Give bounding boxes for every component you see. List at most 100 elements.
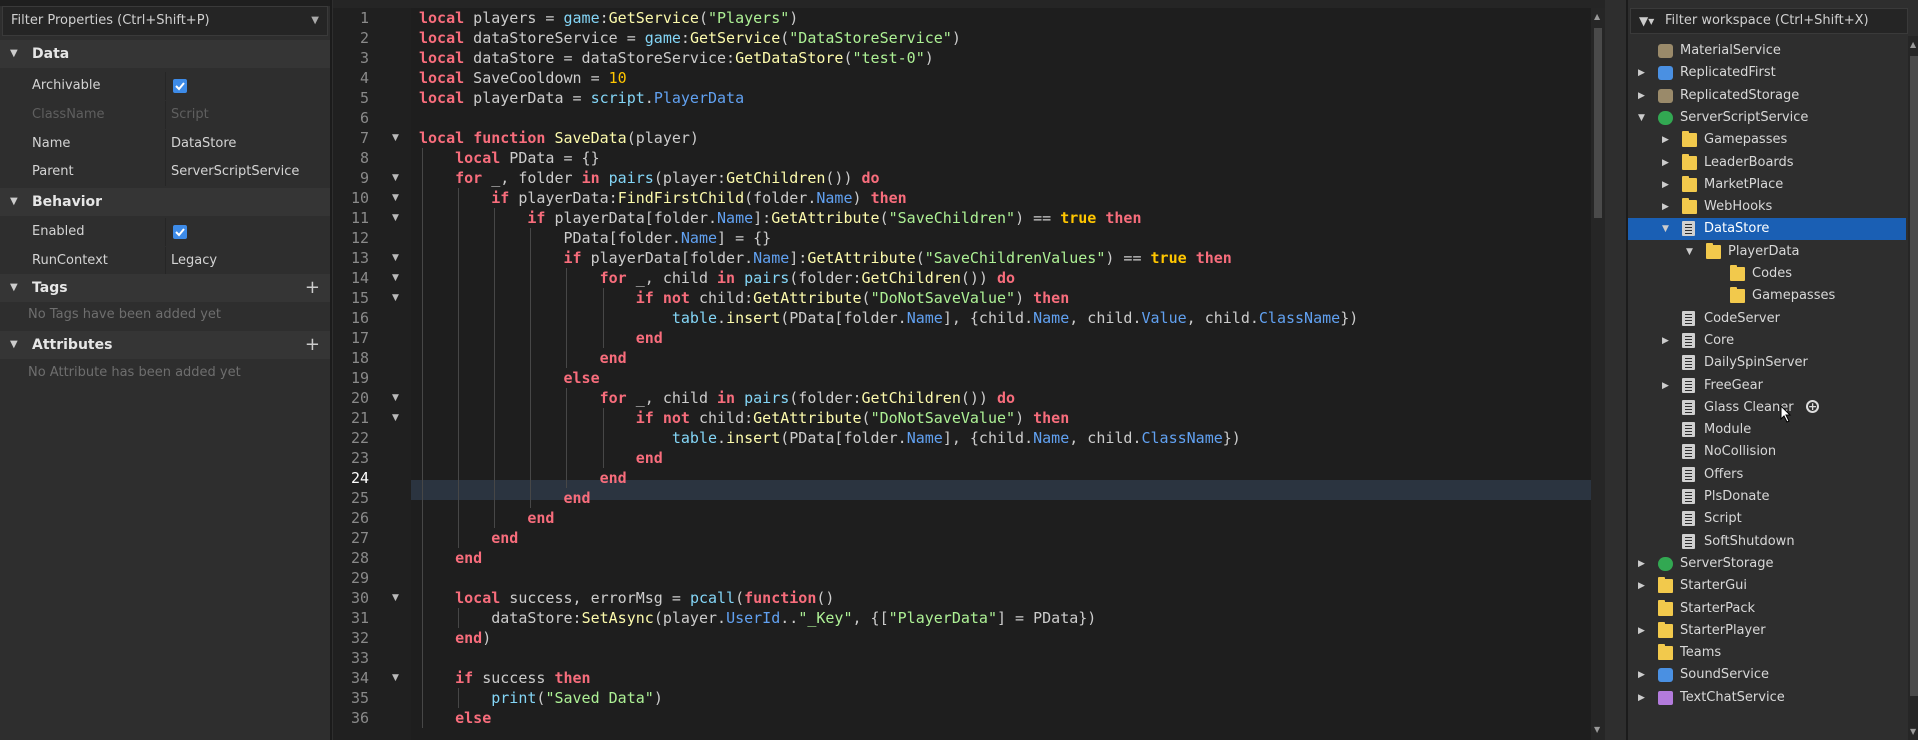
explorer-item[interactable]: ▶ StarterPlayer xyxy=(1628,620,1906,642)
explorer-item[interactable]: Script xyxy=(1628,508,1906,530)
explorer-filter-input[interactable]: ▼▾ Filter workspace (Ctrl+Shift+X) xyxy=(1630,8,1908,34)
code-line[interactable]: dataStore:SetAsync(player.UserId.."_Key"… xyxy=(411,608,1096,628)
code-line[interactable]: PData[folder.Name] = {} xyxy=(411,228,771,248)
fold-arrow-icon[interactable]: ▼ xyxy=(392,268,402,288)
scroll-down-icon[interactable]: ▼ xyxy=(1910,727,1916,736)
code-line[interactable]: if not child:GetAttribute("DoNotSaveValu… xyxy=(411,408,1070,428)
prop-row-name[interactable]: Name DataStore xyxy=(0,130,330,158)
scroll-up-icon[interactable]: ▲ xyxy=(1594,12,1600,21)
code-line[interactable]: end xyxy=(411,348,627,368)
scroll-down-icon[interactable]: ▼ xyxy=(1594,725,1600,734)
code-line[interactable]: if playerData[folder.Name]:GetAttribute(… xyxy=(411,208,1141,228)
editor-scrollbar[interactable]: ▲ ▼ xyxy=(1591,8,1605,740)
code-line[interactable]: local function SaveData(player) xyxy=(411,128,699,148)
chevron-right-icon[interactable]: ▶ xyxy=(1638,687,1648,709)
explorer-item[interactable]: ▶ StarterGui xyxy=(1628,575,1906,597)
chevron-right-icon[interactable]: ▶ xyxy=(1662,196,1672,218)
code-line[interactable]: local playerData = script.PlayerData xyxy=(411,88,744,108)
explorer-item[interactable]: ▶ ReplicatedFirst xyxy=(1628,62,1906,84)
chevron-right-icon[interactable]: ▶ xyxy=(1638,620,1648,642)
fold-arrow-icon[interactable]: ▼ xyxy=(392,408,402,428)
explorer-item[interactable]: Glass Cleaner + xyxy=(1628,397,1906,423)
prop-row-parent[interactable]: Parent ServerScriptService xyxy=(0,158,330,186)
code-line[interactable]: for _, folder in pairs(player:GetChildre… xyxy=(411,168,879,188)
chevron-down-icon[interactable]: ▼ xyxy=(1662,218,1672,240)
code-line[interactable]: local SaveCooldown = 10 xyxy=(411,68,627,88)
explorer-item[interactable]: DailySpinServer xyxy=(1628,352,1906,374)
code-area[interactable]: local players = game:GetService("Players… xyxy=(411,8,1591,740)
code-line[interactable]: end xyxy=(411,468,627,488)
fold-arrow-icon[interactable]: ▼ xyxy=(392,168,402,188)
prop-row-archivable[interactable]: Archivable xyxy=(0,72,330,100)
fold-arrow-icon[interactable]: ▼ xyxy=(392,668,402,688)
explorer-item[interactable]: ▶ TextChatService xyxy=(1628,687,1906,709)
explorer-item[interactable]: Codes xyxy=(1628,263,1906,285)
script-editor[interactable]: 1 2 3 4 5 6 7 ▼ 8 9 ▼ 10 ▼ 11 ▼ 12 13 ▼ 14 ▼ 15 ▼ 16 17 18 19 20 ▼ 2… xyxy=(333,0,1605,740)
code-line[interactable]: end xyxy=(411,528,518,548)
chevron-right-icon[interactable]: ▶ xyxy=(1662,129,1672,151)
archivable-checkbox[interactable] xyxy=(173,79,187,93)
code-line[interactable] xyxy=(411,108,419,128)
code-line[interactable]: else xyxy=(411,368,600,388)
chevron-right-icon[interactable]: ▶ xyxy=(1662,174,1672,196)
fold-arrow-icon[interactable]: ▼ xyxy=(392,188,402,208)
explorer-item[interactable]: ▶ FreeGear xyxy=(1628,375,1906,397)
explorer-item[interactable]: Teams xyxy=(1628,642,1906,664)
code-line[interactable]: table.insert(PData[folder.Name], {child.… xyxy=(411,308,1358,328)
explorer-item[interactable]: StarterPack xyxy=(1628,598,1906,620)
chevron-right-icon[interactable]: ▶ xyxy=(1638,664,1648,686)
explorer-item[interactable]: ▶ Gamepasses xyxy=(1628,129,1906,151)
enabled-checkbox[interactable] xyxy=(173,225,187,239)
code-line[interactable]: end xyxy=(411,328,663,348)
explorer-item[interactable]: PlsDonate xyxy=(1628,486,1906,508)
name-value-field[interactable]: DataStore xyxy=(171,130,236,158)
chevron-down-icon[interactable]: ▼ xyxy=(1686,241,1696,263)
insert-object-icon[interactable]: + xyxy=(1806,399,1819,413)
chevron-right-icon[interactable]: ▶ xyxy=(1638,575,1648,597)
prop-row-runcontext[interactable]: RunContext Legacy xyxy=(0,247,330,275)
section-tags-header[interactable]: ▼ Tags + xyxy=(0,274,330,302)
chevron-right-icon[interactable]: ▶ xyxy=(1662,330,1672,352)
code-line[interactable]: for _, child in pairs(folder:GetChildren… xyxy=(411,268,1015,288)
editor-scroll-thumb[interactable] xyxy=(1594,28,1602,218)
code-line[interactable]: local success, errorMsg = pcall(function… xyxy=(411,588,834,608)
properties-filter-input[interactable]: Filter Properties (Ctrl+Shift+P) ▼ xyxy=(2,6,328,36)
code-line[interactable]: end xyxy=(411,488,591,508)
section-behavior-header[interactable]: ▼ Behavior xyxy=(0,188,330,216)
code-line[interactable]: end) xyxy=(411,628,491,648)
chevron-right-icon[interactable]: ▶ xyxy=(1638,62,1648,84)
code-line[interactable]: for _, child in pairs(folder:GetChildren… xyxy=(411,388,1015,408)
explorer-item[interactable]: CodeServer xyxy=(1628,308,1906,330)
chevron-right-icon[interactable]: ▶ xyxy=(1662,375,1672,397)
parent-value-field[interactable]: ServerScriptService xyxy=(171,158,299,186)
code-line[interactable]: end xyxy=(411,448,663,468)
prop-row-enabled[interactable]: Enabled xyxy=(0,218,330,246)
chevron-right-icon[interactable]: ▶ xyxy=(1638,85,1648,107)
fold-arrow-icon[interactable]: ▼ xyxy=(392,128,402,148)
code-line[interactable]: if success then xyxy=(411,668,590,688)
explorer-item[interactable]: Offers xyxy=(1628,464,1906,486)
runcontext-value-field[interactable]: Legacy xyxy=(171,247,217,275)
explorer-item[interactable]: Module xyxy=(1628,419,1906,441)
explorer-item[interactable]: ▼ PlayerData xyxy=(1628,241,1906,263)
code-line[interactable]: end xyxy=(411,508,554,528)
section-data-header[interactable]: ▼ Data xyxy=(0,40,330,68)
fold-arrow-icon[interactable]: ▼ xyxy=(392,248,402,268)
chevron-right-icon[interactable]: ▶ xyxy=(1638,553,1648,575)
code-line[interactable]: else xyxy=(411,708,491,728)
chevron-down-icon[interactable]: ▼ xyxy=(311,7,319,35)
code-line[interactable] xyxy=(411,648,419,668)
section-attributes-header[interactable]: ▼ Attributes + xyxy=(0,331,330,359)
code-line[interactable] xyxy=(411,568,419,588)
explorer-scrollbar[interactable]: ▲ ▼ xyxy=(1908,36,1918,740)
code-line[interactable]: if playerData[folder.Name]:GetAttribute(… xyxy=(411,248,1232,268)
chevron-right-icon[interactable]: ▶ xyxy=(1662,152,1672,174)
code-line[interactable]: print("Saved Data") xyxy=(411,688,663,708)
explorer-item[interactable]: NoCollision xyxy=(1628,441,1906,463)
explorer-item[interactable]: ▶ WebHooks xyxy=(1628,196,1906,218)
fold-arrow-icon[interactable]: ▼ xyxy=(392,588,402,608)
fold-arrow-icon[interactable]: ▼ xyxy=(392,208,402,228)
code-line[interactable]: if playerData:FindFirstChild(folder.Name… xyxy=(411,188,906,208)
code-line[interactable]: local dataStoreService = game:GetService… xyxy=(411,28,961,48)
code-line[interactable]: if not child:GetAttribute("DoNotSaveValu… xyxy=(411,288,1070,308)
